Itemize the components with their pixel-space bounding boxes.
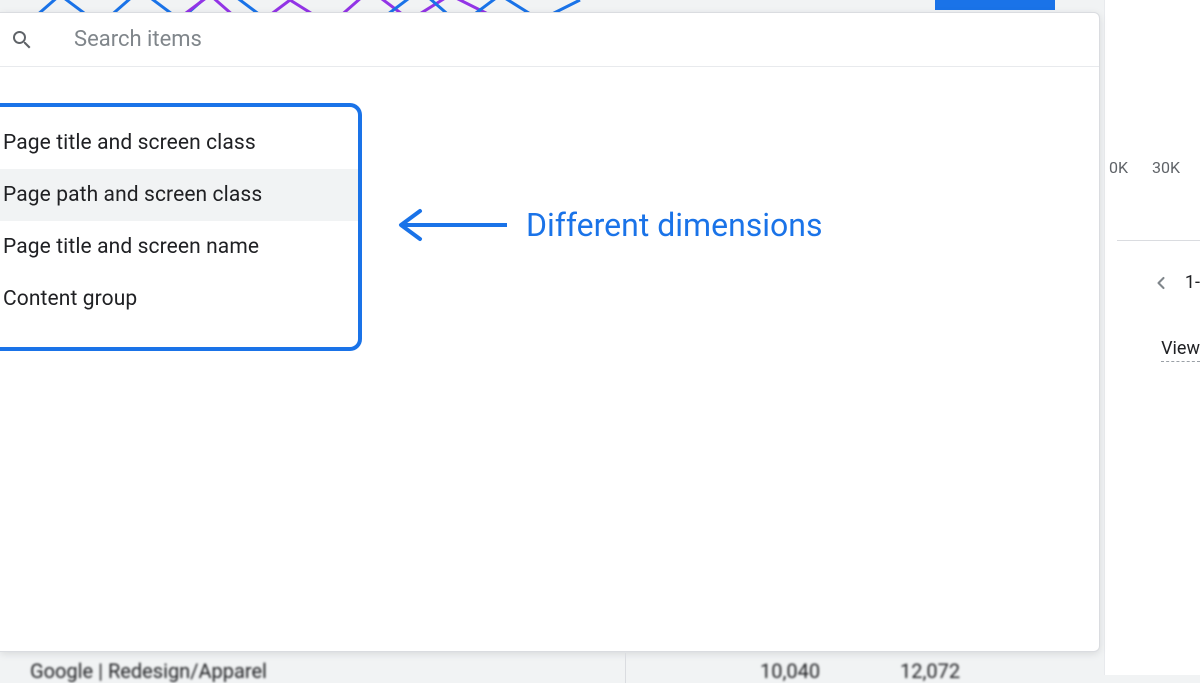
search-row [0, 13, 1099, 67]
search-input[interactable] [74, 27, 1093, 52]
axis-tick: 0K [1109, 158, 1128, 177]
pagination-range: 1- [1185, 272, 1200, 293]
arrow-left-icon [395, 205, 510, 245]
table-cell-value: 12,072 [900, 659, 960, 683]
table-cell-value: 10,040 [760, 659, 820, 683]
dimension-option-page-title-screen-name[interactable]: Page title and screen name [0, 221, 358, 273]
dimension-option-content-group[interactable]: Content group [0, 273, 358, 325]
axis-tick: 30K [1152, 158, 1180, 177]
column-divider [625, 653, 626, 683]
divider [1117, 240, 1200, 241]
right-panel: 0K 30K 1- View [1104, 0, 1200, 675]
pagination: 1- [1151, 272, 1200, 293]
dimension-option-page-path-screen-class[interactable]: Page path and screen class [0, 169, 358, 221]
table-cell-page: Google | Redesign/Apparel [30, 659, 267, 683]
table-row: Google | Redesign/Apparel 10,040 12,072 [0, 659, 1200, 683]
dimension-option-page-title-screen-class[interactable]: Page title and screen class [0, 117, 358, 169]
dimension-options-highlight: Page title and screen class Page path an… [0, 103, 362, 351]
background-blue-button [935, 0, 1055, 10]
search-icon [10, 28, 34, 52]
dimension-dropdown-panel: Page title and screen class Page path an… [0, 12, 1100, 652]
chart-axis-ticks: 0K 30K [1105, 158, 1200, 177]
column-header-views: View [1161, 338, 1200, 362]
chevron-left-icon[interactable] [1151, 273, 1171, 293]
annotation-text: Different dimensions [526, 206, 822, 244]
annotation-callout: Different dimensions [395, 205, 822, 245]
